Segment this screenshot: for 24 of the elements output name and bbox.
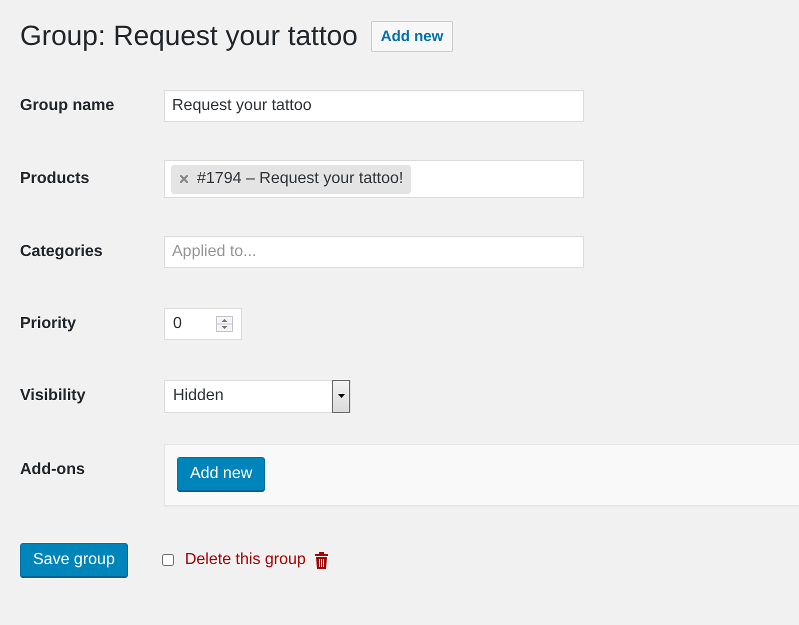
text-field[interactable]: Request your tattoo [164, 90, 584, 122]
product-tag[interactable]: #1794 – Request your tattoo! [171, 164, 412, 194]
dropdown-button[interactable] [332, 380, 350, 412]
field-label: Priority [20, 314, 78, 334]
text-field[interactable]: Applied to... [164, 236, 584, 268]
field-label: Visibility [20, 386, 87, 406]
add-new-button[interactable]: Add new [370, 20, 454, 52]
field-label: Categories [20, 242, 104, 262]
trash-icon [314, 551, 329, 569]
delete-link[interactable]: Delete this group [184, 548, 306, 572]
delete-checkbox[interactable] [162, 554, 174, 566]
field-label: Group name [20, 96, 116, 116]
select-field[interactable]: Hidden [164, 380, 351, 412]
page-title: Group: Request your tattoo [20, 19, 358, 53]
number-field[interactable]: 0 [164, 308, 242, 340]
field-label: Add-ons [20, 460, 86, 480]
tag-field[interactable]: #1794 – Request your tattoo! [164, 160, 584, 198]
caret-icon [338, 394, 344, 398]
add-new-button[interactable]: Add new [177, 457, 266, 491]
spinner-icon [216, 316, 233, 332]
field-label: Products [20, 169, 90, 189]
remove-icon [180, 175, 188, 183]
tag-text: #1794 – Request your tattoo! [197, 169, 404, 189]
save-button[interactable]: Save group [20, 543, 128, 577]
